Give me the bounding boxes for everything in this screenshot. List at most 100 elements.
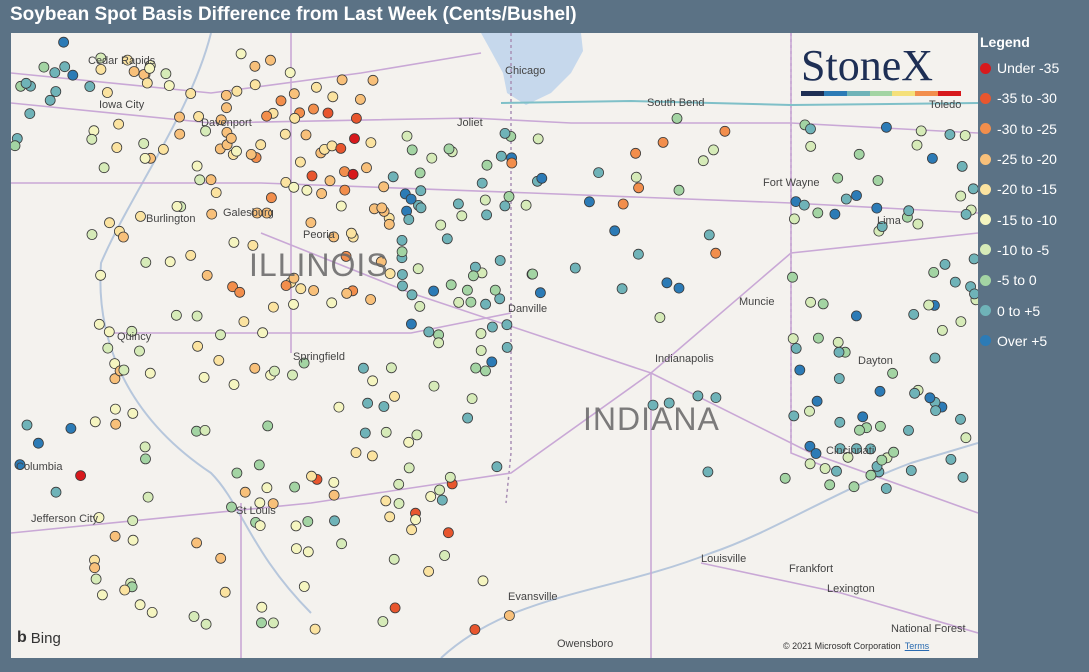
basis-point[interactable] [406, 289, 418, 301]
basis-point[interactable] [239, 486, 251, 498]
basis-point[interactable] [486, 321, 498, 333]
basis-point[interactable] [306, 470, 317, 482]
basis-point[interactable] [289, 481, 301, 493]
basis-point[interactable] [127, 534, 139, 546]
basis-point[interactable] [703, 229, 715, 241]
basis-point[interactable] [939, 258, 951, 270]
basis-point[interactable] [428, 380, 440, 392]
basis-point[interactable] [265, 54, 276, 66]
basis-point[interactable] [333, 401, 345, 413]
basis-point[interactable] [97, 589, 108, 601]
basis-point[interactable] [191, 537, 203, 549]
basis-point[interactable] [185, 88, 197, 99]
basis-point[interactable] [205, 174, 217, 186]
basis-point[interactable] [257, 327, 269, 339]
basis-point[interactable] [200, 618, 212, 630]
basis-point[interactable] [924, 392, 936, 404]
basis-point[interactable] [875, 420, 886, 432]
basis-point[interactable] [59, 61, 71, 73]
basis-point[interactable] [928, 266, 940, 278]
basis-point[interactable] [396, 246, 408, 258]
basis-point[interactable] [157, 144, 169, 155]
basis-point[interactable] [503, 610, 515, 621]
basis-point[interactable] [253, 459, 265, 471]
basis-point[interactable] [465, 296, 477, 308]
basis-point[interactable] [945, 453, 957, 465]
basis-point[interactable] [671, 113, 683, 124]
basis-point[interactable] [206, 208, 218, 220]
basis-point[interactable] [535, 287, 546, 299]
basis-point[interactable] [445, 279, 457, 291]
basis-point[interactable] [140, 256, 152, 268]
basis-point[interactable] [199, 424, 211, 436]
basis-point[interactable] [798, 199, 810, 211]
basis-point[interactable] [262, 420, 274, 432]
basis-point[interactable] [393, 478, 405, 490]
basis-point[interactable] [67, 69, 79, 81]
basis-point[interactable] [328, 476, 340, 488]
basis-point[interactable] [335, 200, 347, 212]
basis-point[interactable] [414, 300, 426, 312]
basis-point[interactable] [617, 198, 629, 210]
basis-point[interactable] [139, 441, 151, 453]
basis-point[interactable] [955, 190, 967, 202]
basis-point[interactable] [503, 191, 515, 202]
basis-point[interactable] [265, 192, 277, 204]
basis-point[interactable] [110, 418, 122, 430]
basis-point[interactable] [142, 491, 154, 503]
basis-point[interactable] [385, 362, 397, 374]
basis-point[interactable] [832, 336, 844, 348]
basis-point[interactable] [616, 283, 628, 295]
basis-point[interactable] [128, 66, 140, 77]
basis-point[interactable] [633, 182, 644, 194]
basis-point[interactable] [609, 225, 621, 237]
basis-point[interactable] [134, 345, 145, 357]
basis-point[interactable] [201, 269, 213, 281]
basis-point[interactable] [403, 214, 415, 225]
basis-point[interactable] [959, 130, 971, 141]
basis-point[interactable] [569, 262, 581, 274]
basis-point[interactable] [865, 469, 877, 481]
basis-point[interactable] [191, 310, 203, 322]
basis-point[interactable] [495, 150, 507, 162]
basis-point[interactable] [294, 156, 306, 168]
basis-point[interactable] [249, 362, 261, 374]
basis-point[interactable] [393, 498, 405, 509]
basis-point[interactable] [462, 412, 474, 424]
basis-point[interactable] [915, 125, 927, 137]
basis-point[interactable] [194, 174, 206, 186]
basis-point[interactable] [295, 283, 307, 295]
basis-point[interactable] [367, 74, 379, 86]
basis-point[interactable] [310, 81, 322, 93]
basis-point[interactable] [710, 247, 722, 259]
basis-point[interactable] [198, 371, 210, 383]
basis-point[interactable] [288, 298, 299, 310]
basis-point[interactable] [300, 129, 312, 141]
basis-point[interactable] [673, 282, 685, 294]
basis-point[interactable] [888, 446, 899, 458]
basis-point[interactable] [854, 424, 865, 436]
basis-point[interactable] [397, 280, 408, 292]
basis-point[interactable] [245, 149, 257, 160]
basis-point[interactable] [135, 210, 146, 222]
basis-point[interactable] [221, 102, 232, 114]
basis-point[interactable] [536, 172, 548, 184]
basis-point[interactable] [944, 129, 956, 140]
basis-point[interactable] [410, 514, 422, 526]
basis-point[interactable] [191, 160, 203, 172]
basis-point[interactable] [98, 162, 110, 174]
basis-point[interactable] [228, 379, 240, 390]
basis-point[interactable] [501, 319, 513, 331]
basis-point[interactable] [86, 229, 98, 240]
basis-point[interactable] [21, 419, 33, 431]
basis-point[interactable] [254, 520, 266, 532]
basis-point[interactable] [95, 269, 106, 281]
basis-point[interactable] [188, 611, 200, 622]
basis-point[interactable] [225, 132, 237, 144]
basis-point[interactable] [365, 294, 377, 305]
basis-point[interactable] [290, 543, 302, 554]
basis-point[interactable] [20, 77, 32, 89]
basis-point[interactable] [824, 479, 836, 491]
basis-point[interactable] [210, 187, 222, 199]
basis-point[interactable] [118, 364, 130, 376]
